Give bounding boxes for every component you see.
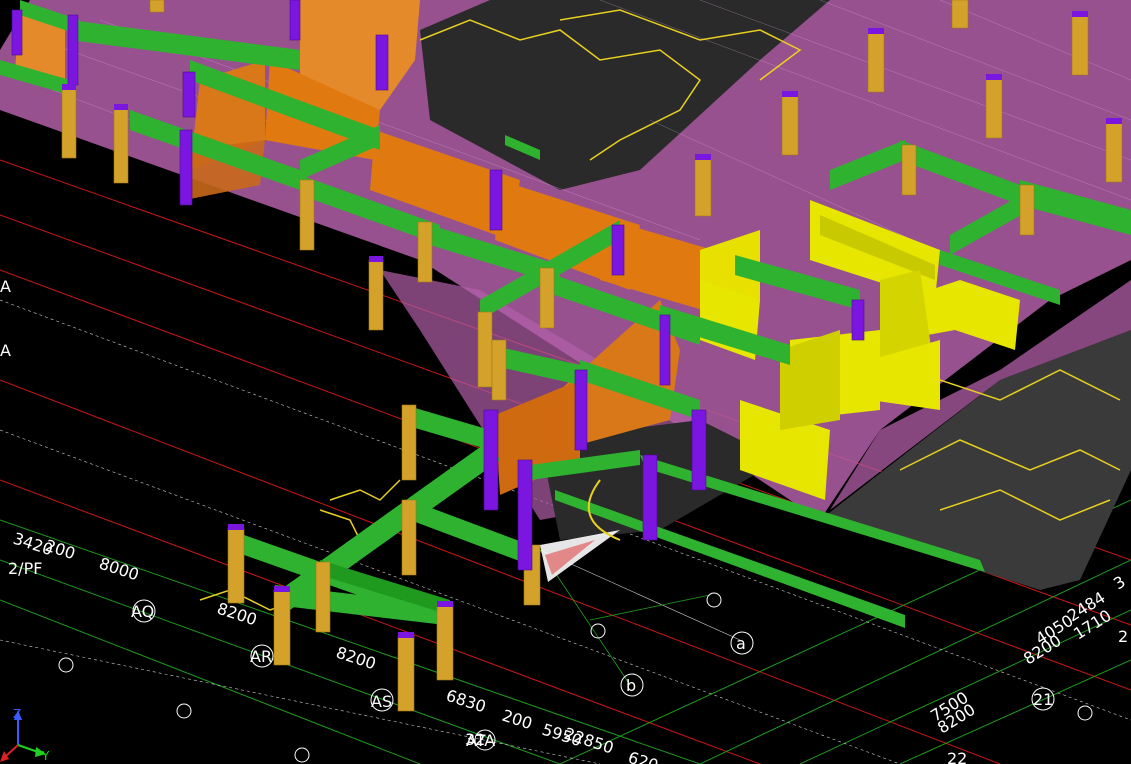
axis-label-A-top: A [0,277,11,296]
axis-label-AS: AS [371,692,392,711]
axis-label-A-mid: A [0,341,11,360]
axis-label-2: 2 [1118,627,1128,646]
cad-3d-viewport[interactable]: AQ AR AS A A ATA 32 a b 21 22 2 2/PF 342… [0,0,1131,764]
dim-3: 3 [1110,572,1129,594]
dim-8200-b: 8200 [334,643,379,674]
axis-label-b: b [626,676,636,695]
axis-label-AR: AR [250,647,272,666]
dim-22850: 22850 [562,724,616,758]
dim-6830: 6830 [444,686,489,717]
axis-label-2PF: 2/PF [8,559,42,578]
ucs-y-label: Y [41,749,50,763]
ucs-z-label: Z [13,707,21,721]
dim-200-a: 200 [43,536,78,564]
dim-8000: 8000 [97,554,142,585]
axis-label-21: 21 [1033,690,1053,709]
dim-620: 620 [626,748,661,764]
ucs-icon: Z Y [0,707,50,763]
dim-200-b: 200 [500,706,535,734]
axis-label-a: a [736,634,746,653]
dim-8200-a: 8200 [215,599,260,630]
axis-label-22: 22 [947,749,967,764]
axis-label-AQ: AQ [131,602,154,621]
model-canvas[interactable]: AQ AR AS A A ATA 32 a b 21 22 2 2/PF 342… [0,0,1131,764]
axis-label-32: 32 [465,730,485,749]
